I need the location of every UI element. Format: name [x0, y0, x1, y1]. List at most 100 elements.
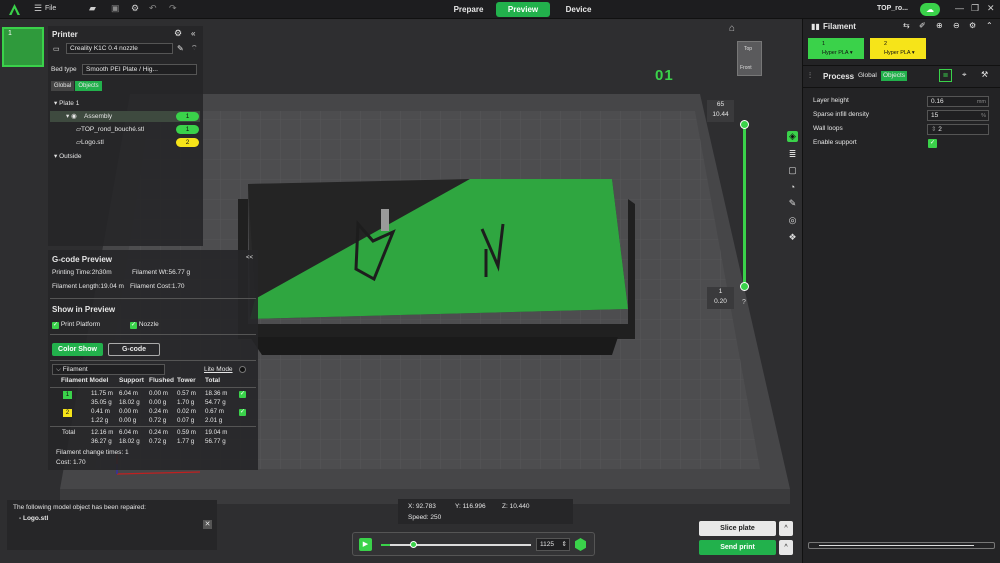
tab-objects[interactable]: Objects: [75, 81, 102, 91]
table-row: 1 11.75 m 6.04 m 0.00 m 0.57 m 18.36 m 3…: [48, 390, 258, 410]
cell: 0.00 g: [119, 417, 137, 424]
layer-bottom-readout: 1 0.20: [707, 287, 734, 309]
filament-slot-2[interactable]: 2 Hyper PLA ▾: [870, 38, 926, 59]
right-panel-scrollbar[interactable]: [808, 542, 995, 549]
lite-mode-toggle[interactable]: [239, 366, 246, 373]
help-icon[interactable]: ?: [742, 299, 746, 306]
layer-slider-bottom-handle[interactable]: [740, 282, 749, 291]
frame-icon[interactable]: ▢: [787, 165, 798, 176]
tab-prepare[interactable]: Prepare: [446, 2, 491, 17]
remove-filament-icon[interactable]: ⊖: [953, 21, 960, 30]
filament-1-visible-checkbox[interactable]: ✓: [239, 391, 246, 398]
cell: 6.04 m: [119, 429, 138, 436]
edit-printer-icon[interactable]: ✎: [177, 44, 184, 53]
enable-support-checkbox[interactable]: ✓: [928, 139, 937, 148]
process-tab-global[interactable]: Global: [858, 72, 877, 79]
speed-icon[interactable]: ◔: [787, 182, 798, 193]
save-icon[interactable]: ▣: [111, 3, 120, 14]
printer-title: Printer: [52, 30, 78, 39]
printer-settings-icon[interactable]: ⚙: [174, 28, 182, 39]
file-menu[interactable]: File: [45, 5, 56, 12]
open-folder-icon[interactable]: ▰: [89, 3, 96, 14]
tab-device[interactable]: Device: [556, 2, 601, 17]
grid-icon[interactable]: ❖: [787, 232, 798, 243]
filament-edit-icon[interactable]: ✐: [919, 21, 926, 30]
printer-sync-icon[interactable]: ▭: [53, 45, 60, 53]
list-icon[interactable]: ≣: [787, 149, 798, 160]
close-window-button[interactable]: ✕: [987, 3, 995, 14]
bed-type-select[interactable]: Smooth PEI Plate / Hig...: [82, 64, 197, 75]
filament-2-visible-checkbox[interactable]: ✓: [239, 409, 246, 416]
print-platform-checkbox[interactable]: ✓ Print Platform: [52, 321, 100, 329]
view-cube-top[interactable]: Top: [744, 46, 752, 52]
side-toolbar: ◈ ≣ ▢ ◔ ✎ ◎ ❖: [785, 129, 802, 249]
layer-view-icon[interactable]: ◈: [787, 131, 798, 142]
scrollbar-thumb[interactable]: [819, 545, 974, 546]
tree-plate[interactable]: ▾ Plate 1: [54, 99, 79, 107]
item1-filament-badge[interactable]: 1: [176, 125, 199, 134]
wall-loops-input[interactable]: ⇕ 2: [927, 124, 989, 135]
wifi-icon[interactable]: ⌔: [191, 44, 198, 53]
gear-icon[interactable]: ⚙: [131, 3, 139, 14]
add-filament-icon[interactable]: ⊕: [936, 21, 943, 30]
process-compare-icon[interactable]: ⌖: [962, 70, 967, 80]
undo-icon[interactable]: ↶: [149, 3, 157, 14]
eye-icon[interactable]: ▾ ◉: [66, 112, 77, 120]
collapse-right-icon[interactable]: ⌃: [986, 21, 993, 30]
send-dropdown-button[interactable]: ^: [779, 540, 793, 555]
tree-outside[interactable]: ▾ Outside: [54, 152, 81, 160]
layer-slider-track[interactable]: [743, 123, 746, 287]
spinner-icon[interactable]: ⇕: [562, 539, 569, 551]
paint-icon[interactable]: ✎: [787, 198, 798, 209]
slice-dropdown-button[interactable]: ^: [779, 521, 793, 536]
gcode-button[interactable]: G-code: [108, 343, 160, 356]
maximize-button[interactable]: ❐: [971, 3, 979, 14]
divider: [50, 298, 256, 299]
process-list-icon[interactable]: ≣: [939, 69, 952, 82]
process-wrench-icon[interactable]: ⚒: [981, 70, 988, 79]
plate-thumbnail[interactable]: 1: [2, 27, 44, 67]
layer-height-input[interactable]: 0.16 mm: [927, 96, 989, 107]
playback-handle[interactable]: [410, 541, 417, 548]
playback-track[interactable]: [381, 544, 531, 546]
collapse-gcode-icon[interactable]: <<: [246, 255, 253, 261]
send-print-button[interactable]: Send print: [699, 540, 776, 555]
item2-filament-badge[interactable]: 2: [176, 138, 199, 147]
collapse-panel-icon[interactable]: «: [191, 29, 195, 38]
filament-view-select[interactable]: ⌵ Filament: [52, 364, 165, 375]
assembly-filament-badge[interactable]: 1: [176, 112, 199, 121]
tab-preview[interactable]: Preview: [496, 2, 550, 17]
tree-plate-label: Plate 1: [59, 100, 80, 107]
tree-assembly-row[interactable]: ▾ ◉ Assembly 1: [50, 111, 200, 122]
filament-sync-icon[interactable]: ⇆: [903, 21, 910, 30]
tree-outside-label: Outside: [59, 153, 82, 160]
tree-item-logo[interactable]: ▱Logo.stl: [76, 138, 104, 146]
redo-icon[interactable]: ↷: [169, 3, 177, 14]
target-icon[interactable]: ◎: [787, 215, 798, 226]
infill-density-input[interactable]: 15%: [927, 110, 989, 121]
minimize-button[interactable]: —: [955, 3, 964, 13]
color-show-button[interactable]: Color Show: [52, 343, 103, 356]
tab-global[interactable]: Global: [51, 81, 74, 91]
divider: [50, 360, 256, 361]
cube-icon[interactable]: [575, 538, 586, 551]
nozzle-checkbox[interactable]: ✓ Nozzle: [130, 321, 159, 329]
close-icon[interactable]: ✕: [203, 520, 212, 529]
menu-icon[interactable]: ☰: [34, 3, 42, 14]
filament-settings-icon[interactable]: ⚙: [969, 21, 976, 30]
home-view-icon[interactable]: ⌂: [729, 23, 735, 34]
cloud-upload-button[interactable]: ☁: [920, 3, 940, 16]
view-cube[interactable]: Top Front: [737, 41, 762, 76]
col-flushed: Flushed: [149, 377, 174, 384]
slice-plate-button[interactable]: Slice plate: [699, 521, 776, 536]
printer-select[interactable]: Creality K1C 0.4 nozzle: [66, 43, 173, 54]
play-button[interactable]: ▶: [359, 538, 372, 551]
cell: 1.77 g: [177, 438, 195, 445]
layer-slider-top-handle[interactable]: [740, 120, 749, 129]
move-index-input[interactable]: 1125 ⇕: [536, 538, 570, 551]
process-tab-objects[interactable]: Objects: [881, 71, 908, 81]
project-name: TOP_ro...: [877, 5, 908, 12]
tree-item-top-rond[interactable]: ▱TOP_rond_bouché.stl: [76, 125, 144, 133]
filament-slot-1[interactable]: 1 Hyper PLA ▾: [808, 38, 864, 59]
view-cube-front[interactable]: Front: [740, 65, 752, 71]
